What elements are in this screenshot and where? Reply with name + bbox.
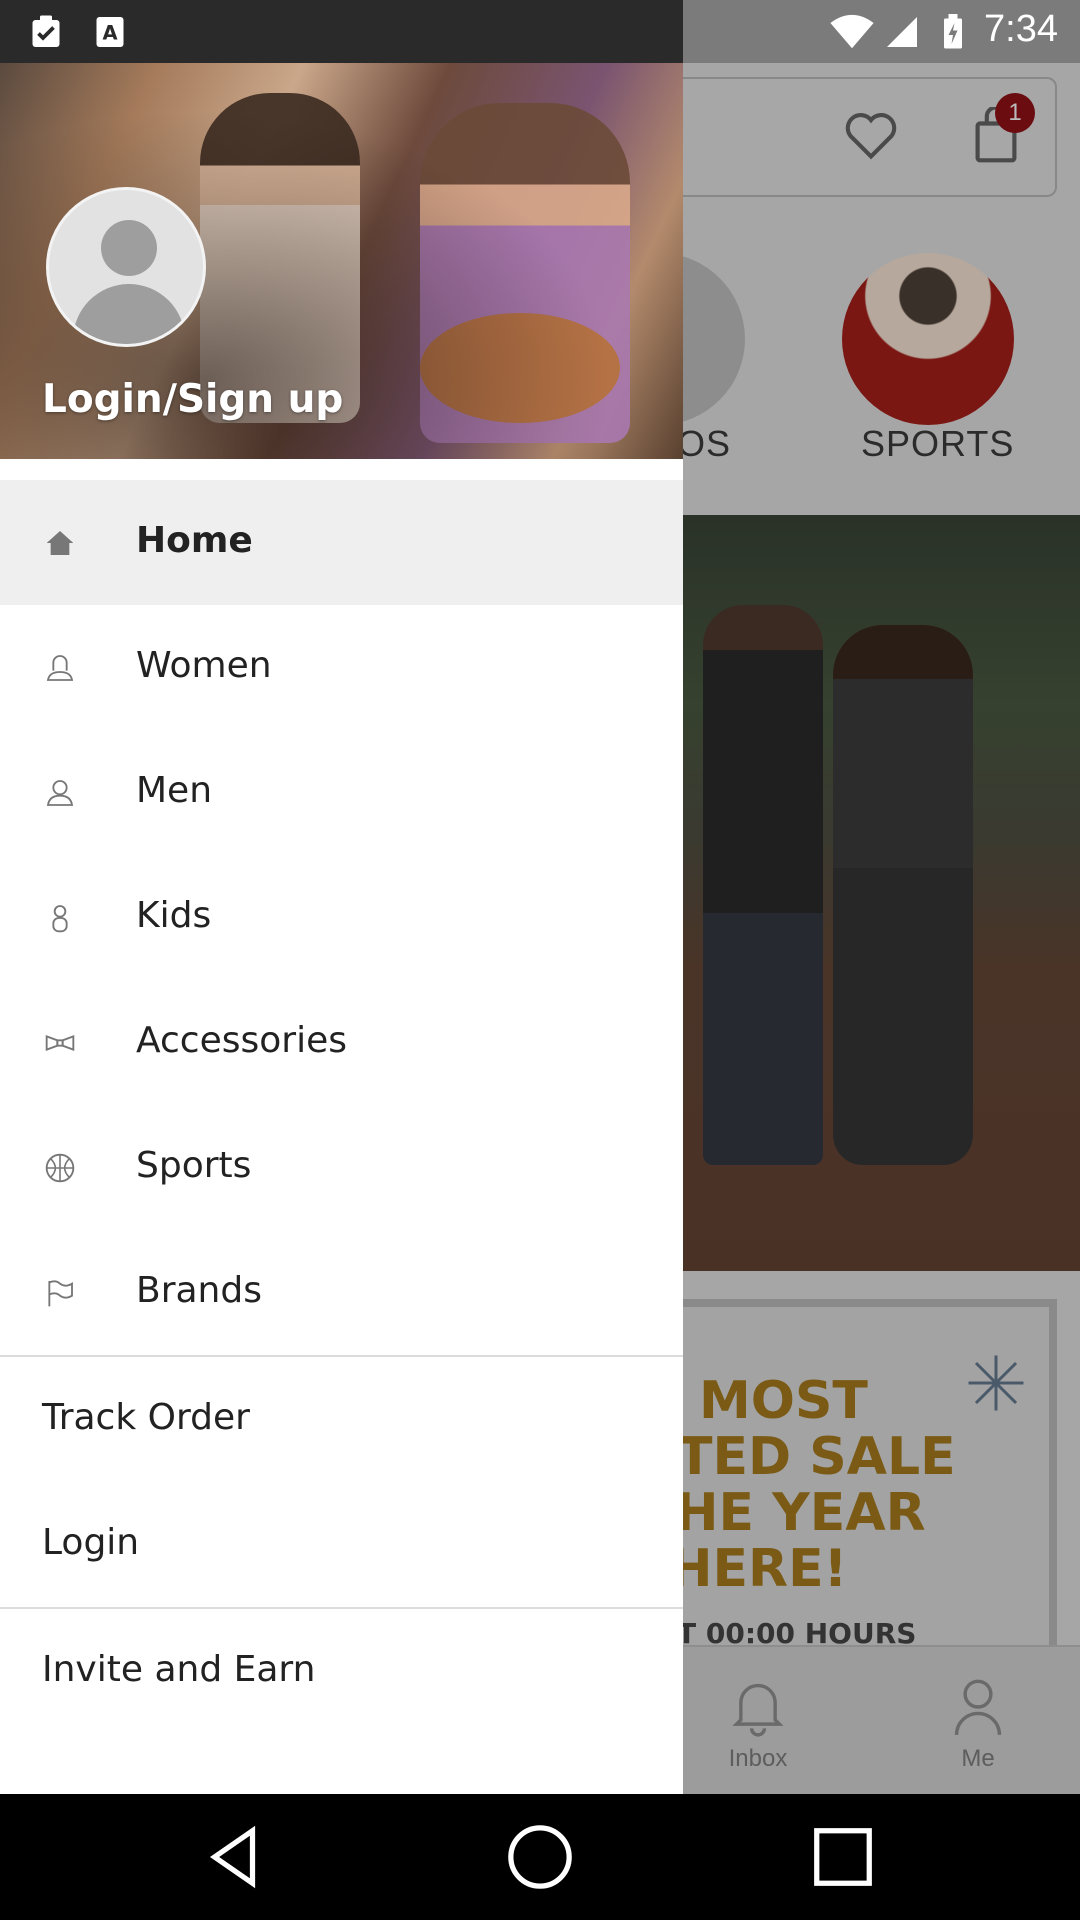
wifi-icon xyxy=(830,14,874,49)
ball-icon xyxy=(45,1153,75,1183)
back-triangle-icon[interactable] xyxy=(200,1822,270,1892)
menu-item-men[interactable]: Men xyxy=(0,730,683,855)
man-icon xyxy=(46,780,74,806)
system-navigation-bar xyxy=(0,1794,1080,1920)
menu-item-track-order[interactable]: Track Order xyxy=(0,1357,683,1482)
promo-line-3: HE YEAR xyxy=(683,1483,926,1543)
battery-charging-icon xyxy=(944,14,962,49)
menu-item-kids[interactable]: Kids xyxy=(0,855,683,980)
category-image-sports xyxy=(842,253,1014,425)
wishlist-heart-icon xyxy=(845,113,897,160)
flag-icon xyxy=(48,1280,73,1307)
category-label: OS xyxy=(683,423,732,464)
menu-label-login: Login xyxy=(42,1522,140,1563)
promo-line-1: MOST xyxy=(699,1371,868,1431)
home-circle-icon[interactable] xyxy=(505,1822,575,1892)
login-signup-link[interactable]: Login/Sign up xyxy=(42,377,343,422)
menu-item-accessories[interactable]: Accessories xyxy=(0,980,683,1105)
menu-item-women[interactable]: Women xyxy=(0,605,683,730)
recents-square-icon[interactable] xyxy=(808,1822,878,1892)
firework-icon xyxy=(968,1355,1024,1411)
menu-label-kids: Kids xyxy=(136,895,212,936)
background-app-scrim[interactable]: 1 OS SPORTS MOST TED SALE HE YEAR HERE! … xyxy=(683,63,1080,1794)
menu-label-sports: Sports xyxy=(136,1145,252,1186)
menu-item-sports[interactable]: Sports xyxy=(0,1105,683,1230)
avatar[interactable] xyxy=(46,187,206,347)
menu-label-men: Men xyxy=(136,770,213,811)
kid-icon xyxy=(52,905,68,933)
banner-model-man xyxy=(703,605,823,1165)
menu-item-invite-and-earn[interactable]: Invite and Earn xyxy=(0,1609,683,1734)
bell-icon xyxy=(732,1683,784,1737)
nav-item-me[interactable]: Me xyxy=(903,1647,1053,1794)
promo-line-4: HERE! xyxy=(683,1539,848,1599)
menu-label-accessories: Accessories xyxy=(136,1020,347,1061)
signal-icon xyxy=(887,17,917,47)
promo-line-2: TED SALE xyxy=(683,1427,956,1487)
menu-item-brands[interactable]: Brands xyxy=(0,1230,683,1355)
hero-banner xyxy=(683,515,1080,1271)
category-image-kids xyxy=(683,253,745,425)
font-a-icon: A xyxy=(96,17,124,47)
nav-item-inbox[interactable]: Inbox xyxy=(683,1647,833,1794)
drawer-menu: Home Women Men Kids Accessories Sports B… xyxy=(0,480,683,1734)
clipboard-check-icon xyxy=(32,15,60,47)
nav-label-me: Me xyxy=(961,1745,995,1772)
navigation-drawer: Login/Sign up Home Women Men Kids Access… xyxy=(0,0,683,1794)
svg-text:A: A xyxy=(102,22,117,45)
home-icon xyxy=(46,531,74,555)
menu-label-women: Women xyxy=(136,645,272,686)
cart-count-badge: 1 xyxy=(995,93,1035,133)
woman-icon xyxy=(46,655,74,681)
banner-model-woman xyxy=(833,625,973,1165)
status-bar: A 7:34 xyxy=(0,0,1080,63)
person-icon xyxy=(954,1679,1002,1735)
menu-item-home[interactable]: Home xyxy=(0,480,683,605)
menu-label-home: Home xyxy=(136,520,253,561)
status-time: 7:34 xyxy=(984,8,1058,50)
bottom-navigation: Inbox Me xyxy=(683,1645,1080,1794)
category-label-sports: SPORTS xyxy=(861,423,1015,464)
menu-label-invite-and-earn: Invite and Earn xyxy=(42,1649,316,1690)
menu-item-login[interactable]: Login xyxy=(0,1482,683,1607)
nav-label-inbox: Inbox xyxy=(728,1745,788,1772)
drawer-header: Login/Sign up xyxy=(0,63,683,459)
menu-label-track-order: Track Order xyxy=(42,1397,250,1438)
menu-label-brands: Brands xyxy=(136,1270,262,1311)
bowtie-icon xyxy=(45,1034,75,1052)
